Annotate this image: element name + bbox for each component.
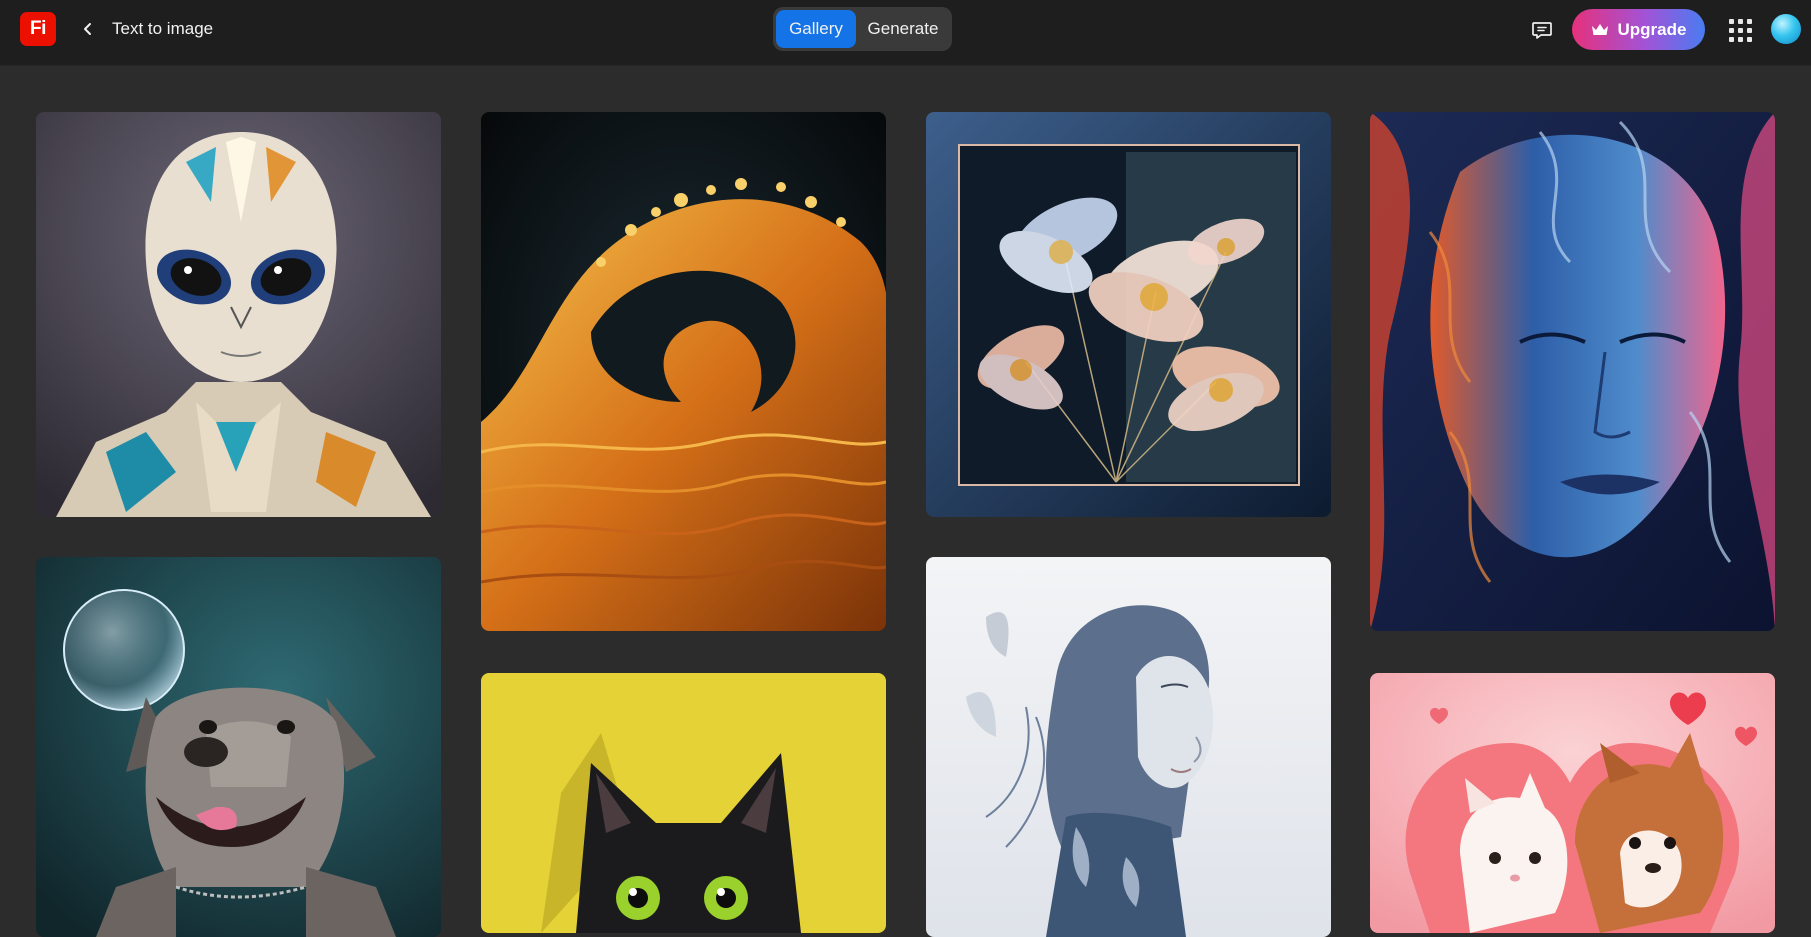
chevron-left-icon[interactable] bbox=[76, 17, 100, 41]
upgrade-button[interactable]: Upgrade bbox=[1572, 9, 1705, 50]
gallery-card-alien[interactable] bbox=[36, 112, 441, 517]
app-switcher-icon[interactable] bbox=[1728, 18, 1752, 42]
gallery-image bbox=[1370, 112, 1775, 631]
gallery-image bbox=[481, 673, 886, 933]
gallery-card-smoke-face[interactable] bbox=[1370, 112, 1775, 631]
gallery-card-kitten-puppy[interactable] bbox=[1370, 673, 1775, 933]
gallery-card-woman[interactable] bbox=[926, 557, 1331, 937]
page-title: Text to image bbox=[112, 19, 214, 38]
gallery-image bbox=[926, 112, 1331, 517]
gallery-card-cat[interactable] bbox=[481, 673, 886, 933]
gallery-image bbox=[481, 112, 886, 631]
tab-gallery[interactable]: Gallery bbox=[776, 10, 856, 48]
firefly-logo[interactable]: Fi bbox=[20, 12, 56, 46]
gallery-image bbox=[1370, 673, 1775, 933]
gallery-card-flowers[interactable] bbox=[926, 112, 1331, 517]
gallery-card-wave[interactable] bbox=[481, 112, 886, 631]
gallery-image bbox=[36, 112, 441, 517]
crown-icon bbox=[1591, 23, 1608, 35]
user-avatar[interactable] bbox=[1771, 14, 1801, 44]
gallery-image bbox=[36, 557, 441, 937]
gallery-card-dog[interactable] bbox=[36, 557, 441, 937]
gallery-image bbox=[926, 557, 1331, 937]
feedback-icon[interactable] bbox=[1528, 16, 1556, 44]
tab-generate[interactable]: Generate bbox=[858, 10, 948, 48]
upgrade-label: Upgrade bbox=[1617, 19, 1687, 39]
top-bar: Fi Text to image Gallery Generate Upgrad… bbox=[0, 0, 1811, 66]
view-switcher: Gallery Generate bbox=[773, 7, 952, 51]
